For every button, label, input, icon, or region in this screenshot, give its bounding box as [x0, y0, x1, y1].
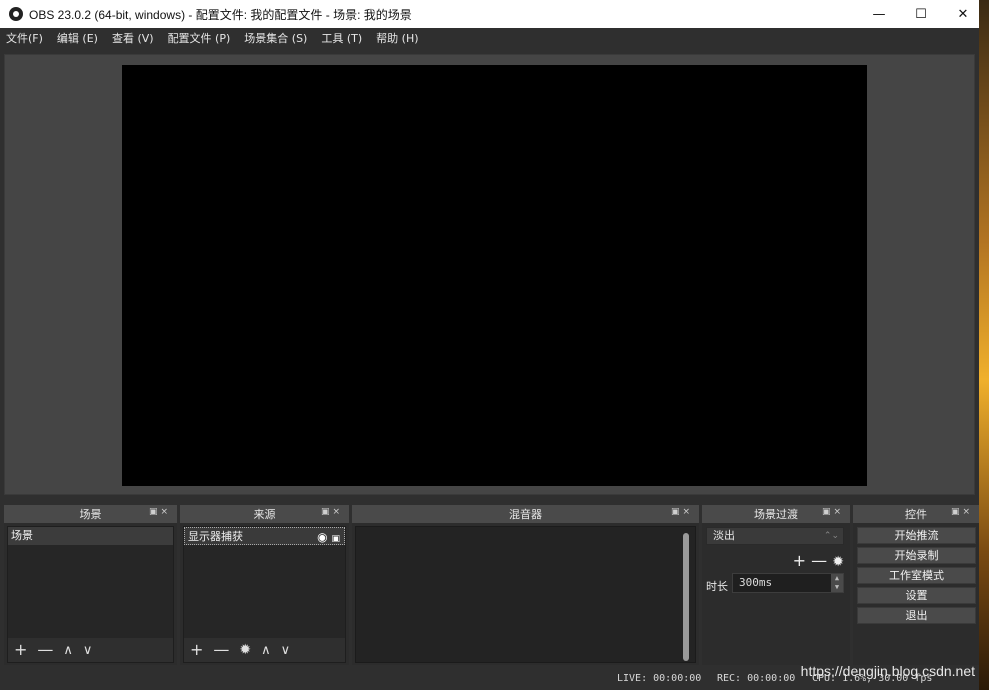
move-down-icon[interactable]: ∨ — [83, 644, 93, 657]
controls-dock: 控件 ▣× 开始推流 开始录制 工作室模式 设置 退出 — [853, 505, 979, 665]
sources-dock-header: 来源 ▣× — [180, 505, 349, 523]
sources-dock-title: 来源 — [253, 508, 276, 521]
mixer-panel — [355, 526, 696, 663]
move-up-icon[interactable]: ∧ — [261, 644, 271, 657]
close-icon[interactable]: × — [682, 507, 693, 517]
eye-icon[interactable]: ◉ — [317, 530, 327, 544]
desktop-background — [979, 0, 989, 690]
close-icon[interactable]: × — [160, 507, 171, 517]
transition-tools: + — ✹ — [793, 551, 844, 570]
transition-select-value: 淡出 — [713, 529, 735, 542]
close-icon[interactable]: × — [962, 507, 973, 517]
add-transition-icon[interactable]: + — [793, 551, 806, 570]
controls-dock-title: 控件 — [905, 508, 927, 521]
studio-mode-button[interactable]: 工作室模式 — [857, 567, 976, 584]
menu-file[interactable]: 文件(F) — [6, 30, 43, 46]
preview-canvas[interactable] — [122, 65, 867, 486]
source-item-label: 显示器捕获 — [188, 530, 243, 543]
rec-status: REC: 00:00:00 — [717, 673, 796, 684]
scenes-list: 场景 + — ∧ ∨ — [7, 526, 174, 663]
move-up-icon[interactable]: ∧ — [63, 644, 73, 657]
duration-value: 300ms — [739, 576, 773, 589]
float-icon[interactable]: ▣ — [822, 507, 834, 517]
close-icon[interactable]: × — [332, 507, 343, 517]
mixer-dock-title: 混音器 — [509, 508, 542, 521]
transitions-dock-header: 场景过渡 ▣× — [702, 505, 850, 523]
obs-logo-icon — [9, 7, 23, 21]
title-bar: OBS 23.0.2 (64-bit, windows) - 配置文件: 我的配… — [0, 0, 979, 28]
lock-icon[interactable]: ▣ — [331, 534, 340, 544]
preview-area — [4, 54, 975, 495]
gear-icon[interactable]: ✹ — [239, 643, 251, 657]
mixer-dock-header: 混音器 ▣× — [352, 505, 699, 523]
start-streaming-button[interactable]: 开始推流 — [857, 527, 976, 544]
float-icon[interactable]: ▣ — [951, 507, 963, 517]
menu-tools[interactable]: 工具 (T) — [321, 30, 362, 46]
minimize-button[interactable]: — — [857, 0, 901, 28]
duration-label: 时长 — [706, 580, 728, 593]
menu-edit[interactable]: 编辑 (E) — [57, 30, 98, 46]
close-button[interactable]: ✕ — [941, 0, 985, 28]
transition-select[interactable]: 淡出 ⌃⌄ — [706, 527, 844, 545]
gear-icon[interactable]: ✹ — [832, 554, 844, 570]
scene-item[interactable]: 场景 — [8, 527, 173, 545]
watermark: https://dengjin.blog.csdn.net — [800, 663, 975, 679]
start-recording-button[interactable]: 开始录制 — [857, 547, 976, 564]
controls-dock-header: 控件 ▣× — [853, 505, 979, 523]
sources-dock: 来源 ▣× 显示器捕获 ◉ ▣ + — ✹ ∧ ∨ — [180, 505, 349, 665]
scenes-dock-header: 场景 ▣× — [4, 505, 177, 523]
float-icon[interactable]: ▣ — [671, 507, 683, 517]
live-status: LIVE: 00:00:00 — [617, 673, 702, 684]
scenes-dock-title: 场景 — [79, 508, 102, 521]
menu-help[interactable]: 帮助 (H) — [376, 30, 418, 46]
add-source-icon[interactable]: + — [190, 642, 203, 658]
remove-source-icon[interactable]: — — [213, 642, 229, 658]
settings-button[interactable]: 设置 — [857, 587, 976, 604]
obs-window: OBS 23.0.2 (64-bit, windows) - 配置文件: 我的配… — [0, 0, 979, 690]
mixer-scrollbar[interactable] — [683, 533, 689, 661]
transitions-dock-title: 场景过渡 — [754, 508, 798, 521]
window-title: OBS 23.0.2 (64-bit, windows) - 配置文件: 我的配… — [29, 7, 412, 22]
remove-scene-icon[interactable]: — — [37, 642, 53, 658]
menu-view[interactable]: 查看 (V) — [112, 30, 154, 46]
move-down-icon[interactable]: ∨ — [281, 644, 291, 657]
add-scene-icon[interactable]: + — [14, 642, 27, 658]
duration-spinner[interactable]: ▲ ▼ — [831, 574, 843, 592]
sources-toolbar: + — ✹ ∧ ∨ — [184, 638, 345, 662]
close-icon[interactable]: × — [833, 507, 844, 517]
menu-scene-collection[interactable]: 场景集合 (S) — [244, 30, 307, 46]
maximize-button[interactable]: ☐ — [899, 0, 943, 28]
transitions-dock: 场景过渡 ▣× 淡出 ⌃⌄ + — ✹ 时长 300ms ▲ ▼ — [702, 505, 850, 665]
scenes-dock: 场景 ▣× 场景 + — ∧ ∨ — [4, 505, 177, 665]
sources-list: 显示器捕获 ◉ ▣ + — ✹ ∧ ∨ — [183, 526, 346, 663]
exit-button[interactable]: 退出 — [857, 607, 976, 624]
duration-input[interactable]: 300ms ▲ ▼ — [732, 573, 844, 593]
float-icon[interactable]: ▣ — [321, 507, 333, 517]
menu-bar: 文件(F) 编辑 (E) 查看 (V) 配置文件 (P) 场景集合 (S) 工具… — [0, 28, 979, 48]
remove-transition-icon[interactable]: — — [811, 551, 827, 570]
source-item[interactable]: 显示器捕获 ◉ ▣ — [184, 527, 345, 545]
float-icon[interactable]: ▣ — [149, 507, 161, 517]
scenes-toolbar: + — ∧ ∨ — [8, 638, 173, 662]
mixer-dock: 混音器 ▣× — [352, 505, 699, 665]
chevron-updown-icon: ⌃⌄ — [823, 531, 839, 541]
menu-profile[interactable]: 配置文件 (P) — [168, 30, 231, 46]
